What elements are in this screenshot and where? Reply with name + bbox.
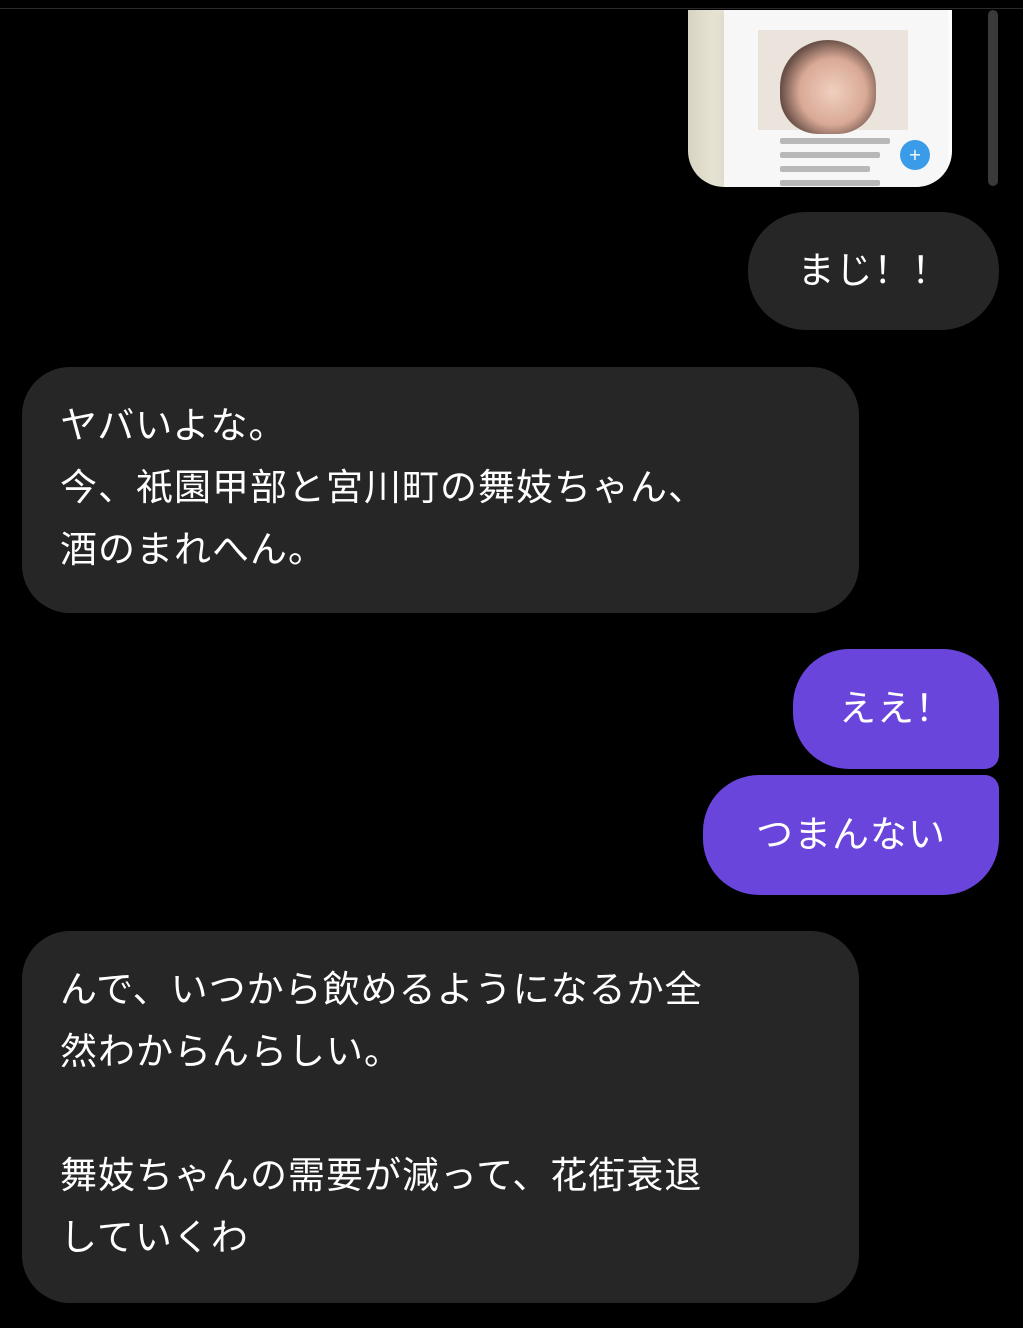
caption-line [780,138,890,144]
message-bubble-sent[interactable]: つまんない [703,775,999,895]
message-bubble-received[interactable]: んで、いつから飲めるようになるか全 然わからんらしい。 舞妓ちゃんの需要が減って… [22,931,859,1303]
message-bubble-sent[interactable]: ええ！ [793,649,999,769]
portrait-photo [758,30,908,134]
shared-image-thumbnail[interactable]: + [688,10,952,187]
scrollbar[interactable] [988,10,998,186]
message-bubble-received[interactable]: ヤバいよな。 今、祇園甲部と宮川町の舞妓ちゃん、 酒のまれへん。 [22,367,859,613]
blue-badge-icon: + [900,140,930,170]
caption-line [780,152,880,158]
caption-line [780,166,870,172]
caption-line [780,180,880,186]
message-bubble-sent[interactable]: まじ！！ [748,212,999,330]
face-image [780,40,876,134]
top-divider [0,8,1023,9]
